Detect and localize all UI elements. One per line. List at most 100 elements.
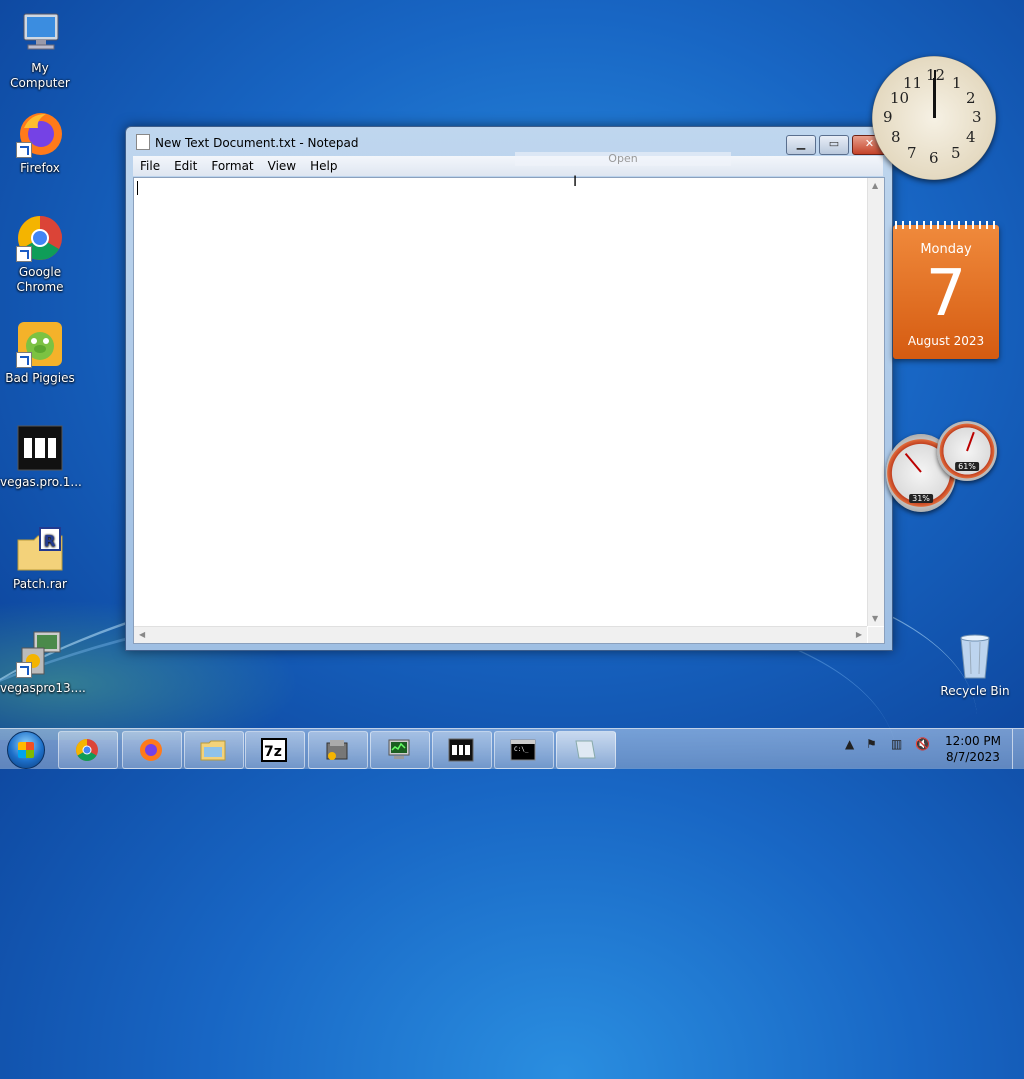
desktop-icon-label: Google Chrome: [16, 265, 64, 294]
scroll-left-icon[interactable]: ◀: [139, 630, 145, 639]
menu-help[interactable]: Help: [303, 156, 344, 176]
taskbar-time: 12:00 PM: [945, 734, 1001, 748]
menu-view[interactable]: View: [261, 156, 303, 176]
clock-number: 2: [966, 89, 976, 107]
shortcut-arrow-icon: [16, 142, 32, 158]
desktop-icon-label: Recycle Bin: [940, 684, 1010, 698]
shortcut-arrow-icon: [16, 352, 32, 368]
memory-usage-value: 61%: [955, 462, 979, 471]
notepad-window[interactable]: New Text Document.txt - Notepad ▁ ▭ ✕ Fi…: [125, 126, 893, 651]
menu-bar: File Edit Format View Help: [133, 156, 883, 176]
desktop-icon-label: vegaspro13....: [0, 681, 86, 695]
task-manager-icon: [388, 739, 410, 759]
desktop-icon-label: My Computer: [10, 61, 70, 90]
desktop-icon-label: Firefox: [20, 161, 60, 175]
window-title: New Text Document.txt - Notepad: [136, 134, 359, 154]
notepad-icon: [575, 740, 596, 759]
cpu-needle: [904, 452, 922, 473]
memory-meter-gadget[interactable]: 61%: [937, 421, 997, 481]
window-title-text: New Text Document.txt - Notepad: [155, 136, 359, 150]
desktop-icon-firefox[interactable]: Firefox: [0, 110, 80, 176]
desktop-icon-patch-rar[interactable]: R Patch.rar: [0, 526, 80, 592]
installer-icon: [16, 630, 64, 678]
calendar-gadget[interactable]: Monday 7 August 2023: [893, 221, 999, 359]
svg-text:7z: 7z: [264, 744, 282, 760]
clock-number: 5: [951, 144, 961, 162]
vertical-scrollbar[interactable]: ▲ ▼: [867, 178, 884, 626]
clock-number: 1: [952, 74, 962, 92]
clock-number: 9: [883, 108, 893, 126]
taskbar-task-manager-button[interactable]: [370, 731, 430, 769]
taskbar-cmd-button[interactable]: C:\_: [494, 731, 554, 769]
chrome-icon: [16, 214, 64, 262]
recycle-bin-icon: [951, 630, 999, 680]
scroll-up-icon[interactable]: ▲: [872, 181, 878, 190]
memory-needle: [966, 431, 975, 452]
calendar-day-number: 7: [925, 257, 967, 331]
taskbar-date: 8/7/2023: [946, 750, 1000, 764]
clock-number: 11: [903, 74, 923, 92]
command-prompt-icon: C:\_: [510, 739, 536, 761]
taskbar-vegas-button[interactable]: [432, 731, 492, 769]
desktop-icon-vegas-pro[interactable]: vegas.pro.1...: [0, 424, 82, 490]
scroll-down-icon[interactable]: ▼: [872, 614, 878, 623]
rar-archive-icon: R: [16, 526, 64, 574]
taskbar-explorer-button[interactable]: [184, 731, 244, 769]
desktop-icon-vegaspro-installer[interactable]: vegaspro13....: [0, 630, 86, 696]
taskbar: 7z C:\_ ▲ ⚑ ▥ 🔇 12:00 PM 8/7/2023: [0, 728, 1024, 769]
taskbar-chrome-button[interactable]: [58, 731, 118, 769]
scroll-right-icon[interactable]: ▶: [856, 630, 862, 639]
volume-muted-icon[interactable]: 🔇: [915, 737, 930, 751]
computer-icon: [16, 10, 64, 58]
clock-gadget[interactable]: 12 1 2 3 4 5 6 7 8 9 10 11: [872, 56, 996, 180]
desktop-icon-google-chrome[interactable]: Google Chrome: [0, 214, 80, 295]
calendar-day-name: Monday: [920, 242, 972, 257]
firefox-icon: [140, 739, 162, 761]
open-tooltip: Open: [515, 152, 731, 166]
shortcut-arrow-icon: [16, 246, 32, 262]
firefox-icon: [16, 110, 64, 158]
start-button[interactable]: [7, 731, 45, 769]
horizontal-scrollbar[interactable]: ◀ ▶: [134, 626, 867, 643]
desktop-icon-my-computer[interactable]: My Computer: [0, 10, 80, 91]
desktop-icon-bad-piggies[interactable]: Bad Piggies: [0, 320, 80, 386]
clock-number: 6: [929, 149, 939, 167]
calendar-month-year: August 2023: [907, 334, 985, 348]
calendar-rings: [895, 221, 997, 229]
network-icon[interactable]: ▥: [891, 737, 902, 751]
notepad-icon: [136, 134, 150, 150]
resize-grip[interactable]: [868, 627, 884, 643]
folder-icon: [200, 740, 226, 761]
show-hidden-icons-icon[interactable]: ▲: [845, 737, 854, 751]
installer-icon: [326, 740, 348, 760]
taskbar-installer-button[interactable]: [308, 731, 368, 769]
taskbar-clock[interactable]: 12:00 PM 8/7/2023: [940, 733, 1006, 765]
taskbar-notepad-button[interactable]: [556, 731, 616, 769]
svg-text:C:\_: C:\_: [514, 746, 529, 753]
svg-text:R: R: [44, 532, 56, 550]
ibeam-cursor-icon: I: [573, 174, 578, 190]
clock-minute-hand: [934, 70, 936, 118]
menu-edit[interactable]: Edit: [167, 156, 204, 176]
taskbar-firefox-button[interactable]: [122, 731, 182, 769]
menu-file[interactable]: File: [133, 156, 167, 176]
minimize-button[interactable]: ▁: [786, 135, 816, 155]
text-caret: [137, 181, 138, 195]
menu-format[interactable]: Format: [204, 156, 260, 176]
show-desktop-button[interactable]: [1012, 729, 1024, 769]
cpu-usage-value: 31%: [909, 494, 933, 503]
clock-number: 4: [966, 128, 976, 146]
desktop-icon-label: vegas.pro.1...: [0, 475, 82, 489]
text-editor-area[interactable]: ▲ ▼ ◀ ▶: [133, 177, 885, 644]
taskbar-7zip-button[interactable]: 7z: [245, 731, 305, 769]
clock-number: 8: [891, 128, 901, 146]
maximize-button[interactable]: ▭: [819, 135, 849, 155]
desktop-icon-label: Bad Piggies: [5, 371, 75, 385]
film-strip-icon: [16, 424, 64, 472]
clock-number: 3: [972, 108, 982, 126]
desktop-icon-recycle-bin[interactable]: Recycle Bin: [939, 630, 1011, 698]
film-strip-icon: [448, 738, 474, 762]
clock-number: 7: [907, 144, 917, 162]
action-center-flag-icon[interactable]: ⚑: [866, 737, 877, 751]
shortcut-arrow-icon: [16, 662, 32, 678]
